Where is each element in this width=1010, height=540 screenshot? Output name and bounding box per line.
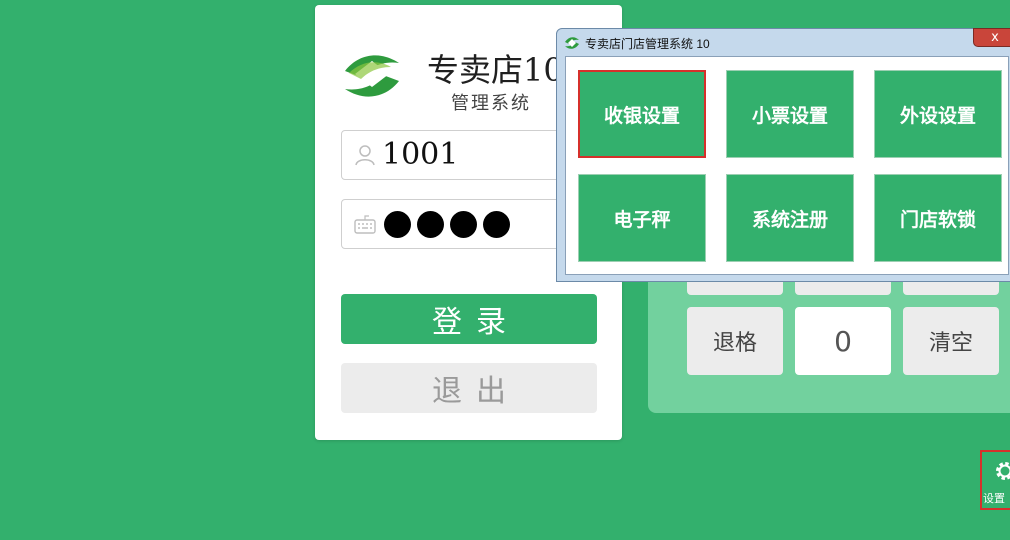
peripheral-settings-button[interactable]: 外设设置	[874, 70, 1002, 158]
brand-title: 专卖店10	[427, 51, 564, 89]
cashier-settings-button[interactable]: 收银设置	[578, 70, 706, 158]
password-dot	[384, 211, 411, 238]
receipt-settings-button[interactable]: 小票设置	[726, 70, 854, 158]
brand-logo-icon	[345, 55, 399, 97]
keypad-display: 0	[795, 307, 891, 375]
app-logo-icon	[565, 37, 579, 49]
settings-dialog: 专卖店门店管理系统 10 x 收银设置 小票设置 外设设置 电子秤 系统注册 门…	[556, 28, 1010, 282]
dialog-title: 专卖店门店管理系统 10	[585, 37, 710, 51]
password-dot	[483, 211, 510, 238]
keyboard-icon	[354, 215, 376, 234]
system-register-button[interactable]: 系统注册	[726, 174, 854, 262]
dialog-body: 收银设置 小票设置 外设设置 电子秤 系统注册 门店软锁	[565, 56, 1009, 275]
brand-subtitle: 管理系统	[451, 93, 531, 114]
password-dot	[450, 211, 477, 238]
scale-button[interactable]: 电子秤	[578, 174, 706, 262]
settings-label: 设置	[983, 493, 1005, 505]
backspace-key[interactable]: 退格	[687, 307, 783, 375]
close-icon: x	[991, 30, 999, 45]
store-softlock-button[interactable]: 门店软锁	[874, 174, 1002, 262]
close-button[interactable]: x	[973, 28, 1010, 47]
clear-key[interactable]: 清空	[903, 307, 999, 375]
password-mask	[384, 211, 510, 238]
dialog-titlebar[interactable]: 专卖店门店管理系统 10 x	[557, 28, 1010, 55]
exit-button[interactable]: 退出	[341, 363, 597, 413]
gear-icon	[996, 462, 1010, 480]
password-dot	[417, 211, 444, 238]
user-icon	[355, 145, 375, 166]
login-button[interactable]: 登录	[341, 294, 597, 344]
username-value: 1001	[382, 137, 459, 172]
settings-button[interactable]: 设置	[980, 450, 1010, 510]
